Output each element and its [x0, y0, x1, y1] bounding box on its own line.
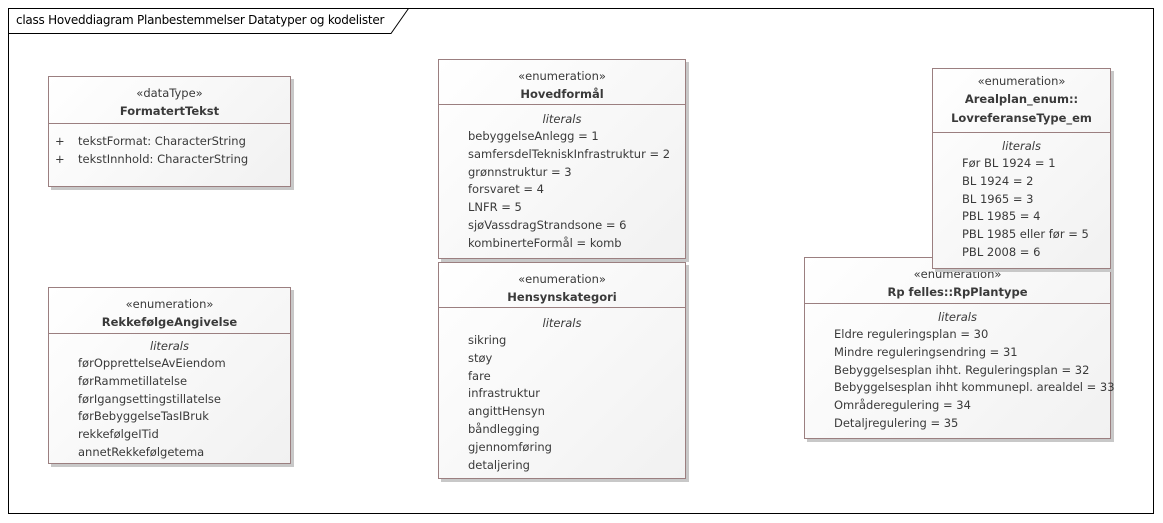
- enum-literal[interactable]: Før BL 1924 = 1: [962, 155, 1110, 173]
- enum-literal[interactable]: førBebyggelseTasIBruk: [78, 408, 290, 426]
- enum-literal[interactable]: grønnstruktur = 3: [468, 164, 685, 182]
- enum-lovreferanse-type[interactable]: «enumeration» Arealplan_enum:: Lovrefera…: [932, 68, 1111, 269]
- enum-rekkefolge-angivelse[interactable]: «enumeration» RekkefølgeAngivelse litera…: [48, 287, 291, 464]
- enum-literal[interactable]: PBL 1985 eller før = 5: [962, 226, 1110, 244]
- stereotype-label: «enumeration»: [518, 69, 606, 83]
- stereotype-label: «enumeration»: [977, 74, 1066, 88]
- diagram-title-tab: class Hoveddiagram Planbestemmelser Data…: [8, 8, 409, 34]
- enum-literal[interactable]: LNFR = 5: [468, 199, 685, 217]
- enum-literal[interactable]: Eldre reguleringsplan = 30: [834, 326, 1110, 344]
- enum-literal[interactable]: båndlegging: [468, 421, 685, 439]
- literals-section-label: literals: [542, 112, 582, 126]
- enum-literal[interactable]: rekkefølgeITid: [78, 426, 290, 444]
- literal-list: sikring støy fare infrastruktur angittHensyn…: [439, 332, 685, 474]
- enum-literal[interactable]: Områderegulering = 34: [834, 397, 1110, 415]
- class-header: «enumeration» Hensynskategori: [439, 263, 685, 308]
- literals-section-label: literals: [938, 310, 977, 324]
- enum-literal[interactable]: førOpprettelseAvEiendom: [78, 355, 290, 373]
- enum-hensynskategori[interactable]: «enumeration» Hensynskategori literals s…: [438, 262, 686, 479]
- enum-literal[interactable]: bebyggelseAnlegg = 1: [468, 128, 685, 146]
- literal-list: bebyggelseAnlegg = 1 samfersdelTekniskInf…: [439, 128, 685, 253]
- visibility-public: +: [55, 134, 65, 148]
- visibility-public: +: [55, 151, 65, 166]
- enum-literal[interactable]: sikring: [468, 332, 685, 350]
- class-header: «enumeration» Arealplan_enum:: Lovrefera…: [933, 69, 1110, 133]
- literal-list: Før BL 1924 = 1 BL 1924 = 2 BL 1965 = 3 PBL…: [933, 155, 1110, 262]
- literal-list: førOpprettelseAvEiendom førRammetillatels…: [49, 355, 290, 462]
- stereotype-label: «enumeration»: [518, 272, 606, 286]
- enum-literal[interactable]: gjennomføring: [468, 439, 685, 457]
- enum-literal[interactable]: Bebyggelsesplan ihht kommunepl. arealdel…: [834, 379, 1115, 397]
- enum-literal[interactable]: fare: [468, 368, 685, 386]
- literal-list: Eldre reguleringsplan = 30 Mindre reguler…: [805, 326, 1115, 433]
- enum-literal[interactable]: Detaljregulering = 35: [834, 415, 1110, 433]
- class-name: Rp felles::RpPlantype: [887, 285, 1028, 299]
- enum-literal[interactable]: Bebyggelsesplan ihht. Reguleringsplan = …: [834, 362, 1110, 380]
- literals-section-label: literals: [542, 316, 582, 330]
- stereotype-label: «dataType»: [136, 86, 203, 100]
- enum-literal[interactable]: infrastruktur: [468, 385, 685, 403]
- attribute-text: tekstInnhold: CharacterString: [78, 151, 249, 166]
- class-name-package: Arealplan_enum::: [964, 92, 1079, 106]
- literals-section-label: literals: [150, 339, 189, 353]
- class-name: Hensynskategori: [507, 290, 617, 304]
- enum-literal[interactable]: samfersdelTekniskInfrastruktur = 2: [468, 146, 685, 164]
- enum-literal[interactable]: BL 1924 = 2: [962, 173, 1110, 191]
- class-header: «enumeration» RekkefølgeAngivelse: [49, 288, 290, 334]
- class-name: LovreferanseType_em: [951, 111, 1092, 125]
- class-name: Hovedformål: [520, 87, 604, 101]
- enum-literal[interactable]: BL 1965 = 3: [962, 191, 1110, 209]
- attribute-text: tekstFormat: CharacterString: [78, 134, 246, 148]
- attribute-row[interactable]: + tekstInnhold: CharacterString: [49, 151, 290, 169]
- enum-literal[interactable]: Mindre reguleringsendring = 31: [834, 344, 1110, 362]
- class-name: FormatertTekst: [119, 104, 220, 118]
- class-header: «enumeration» Hovedformål: [439, 60, 685, 105]
- enum-hovedformal[interactable]: «enumeration» Hovedformål literals bebyg…: [438, 59, 686, 259]
- attribute-row[interactable]: + tekstFormat: CharacterString: [49, 133, 290, 151]
- class-header: «dataType» FormatertTekst: [49, 77, 290, 124]
- enum-literal[interactable]: støy: [468, 350, 685, 368]
- enum-literal[interactable]: sjøVassdragStrandsone = 6: [468, 217, 685, 235]
- enum-literal[interactable]: kombinerteFormål = komb: [468, 235, 685, 253]
- enum-literal[interactable]: PBL 2008 = 6: [962, 244, 1110, 262]
- enum-literal[interactable]: førRammetillatelse: [78, 373, 290, 391]
- class-name: RekkefølgeAngivelse: [101, 315, 238, 329]
- literals-section-label: literals: [1002, 139, 1041, 153]
- enum-literal[interactable]: annetRekkefølgetema: [78, 444, 290, 462]
- enum-literal[interactable]: PBL 1985 = 4: [962, 208, 1110, 226]
- stereotype-label: «enumeration»: [125, 297, 214, 311]
- enum-literal[interactable]: forsvaret = 4: [468, 181, 685, 199]
- class-formatert-tekst[interactable]: «dataType» FormatertTekst + tekstFormat:…: [48, 76, 291, 187]
- enum-literal[interactable]: detaljering: [468, 457, 685, 475]
- enum-literal[interactable]: førIgangsettingstillatelse: [78, 391, 290, 409]
- enum-rp-plantype[interactable]: «enumeration» Rp felles::RpPlantype lite…: [804, 257, 1115, 439]
- enum-literal[interactable]: angittHensyn: [468, 403, 685, 421]
- diagram-title: class Hoveddiagram Planbestemmelser Data…: [16, 13, 385, 27]
